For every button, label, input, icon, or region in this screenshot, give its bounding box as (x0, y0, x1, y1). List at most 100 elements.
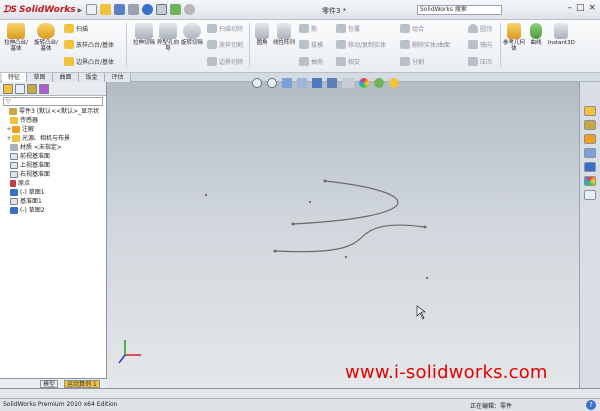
print-icon[interactable] (128, 4, 139, 15)
resources-tab-icon[interactable] (584, 106, 596, 116)
linear-pattern-button[interactable]: 线性阵列 (273, 23, 295, 46)
tree-item-material[interactable]: 材质 <未指定> (3, 143, 106, 152)
open-folder-icon[interactable] (100, 4, 111, 15)
mirror-label: 镜向 (480, 42, 493, 49)
tree-item-plane1[interactable]: 基准面1 (3, 197, 106, 206)
combine-button[interactable]: 组合 (400, 24, 424, 33)
section-view-icon[interactable] (297, 78, 307, 88)
tab-motion-study[interactable]: 运动算例 1 (64, 380, 100, 388)
solidworks-logo[interactable]: ᗪS SolidWorks ▶ (3, 3, 82, 17)
maximize-button[interactable]: □ (576, 3, 585, 13)
intersect-button[interactable]: 相交 (336, 57, 360, 66)
tab-sketch[interactable]: 草图 (27, 73, 53, 82)
boundary-cut-button[interactable]: 边界切除 (207, 57, 243, 66)
extrude-boss-button[interactable]: 拉伸凸台/基体 (3, 23, 29, 52)
feature-tree-tab-icon[interactable] (3, 84, 13, 94)
material-icon (10, 144, 18, 151)
view-orientation-icon[interactable] (312, 78, 322, 88)
logo-text: SolidWorks (18, 5, 76, 15)
loft-button[interactable]: 放样凸台/基体 (64, 40, 114, 49)
configuration-manager-tab-icon[interactable] (27, 84, 37, 94)
rib-label: 筋 (311, 26, 318, 33)
extrude-cut-button[interactable]: 拉伸切除 (131, 23, 157, 46)
tree-item-sketch2[interactable]: (-) 草图2 (3, 206, 106, 215)
instant3d-button[interactable]: Instant3D (548, 23, 575, 46)
reference-geometry-button[interactable]: 参考几何体 (502, 23, 526, 52)
close-button[interactable]: × (588, 3, 596, 13)
mirror-button[interactable]: 镜向 (468, 40, 492, 49)
zoom-area-icon[interactable] (267, 78, 277, 88)
edit-appearance-icon[interactable] (359, 78, 369, 88)
dimxpert-tab-icon[interactable] (39, 84, 49, 94)
tree-item-lights-cameras[interactable]: + 光源、相机与布景 (3, 134, 106, 143)
draft-button[interactable]: 拔模 (299, 40, 323, 49)
tab-model[interactable]: 模型 (40, 380, 59, 388)
view-settings-icon[interactable] (389, 78, 399, 88)
plane-icon (10, 153, 18, 160)
revolve-boss-button[interactable]: 旋转凸台/基体 (33, 23, 59, 52)
split-button[interactable]: 分割 (400, 57, 424, 66)
menu-arrow-icon[interactable]: ▶ (78, 7, 83, 14)
tab-features[interactable]: 特征 (2, 73, 27, 82)
loft-cut-button[interactable]: 放样切割 (207, 40, 243, 49)
hole-wizard-button[interactable]: 异型孔向导 (155, 23, 181, 52)
tab-surfaces[interactable]: 曲面 (53, 73, 79, 82)
tree-item-top-plane[interactable]: 上视基准面 (3, 161, 106, 170)
tree-item-sketch1[interactable]: (-) 草图1 (3, 188, 106, 197)
sweep-cut-label: 扫描切除 (219, 26, 244, 33)
extrude-cut-label: 拉伸切除 (132, 40, 155, 46)
loft-cut-icon (207, 40, 217, 49)
fillet-button[interactable]: 圆角 (251, 23, 273, 46)
tree-item-origin[interactable]: 原点 (3, 179, 106, 188)
linear-pattern-icon (277, 23, 291, 39)
minimize-button[interactable]: – (567, 3, 572, 13)
options-gear-icon[interactable] (184, 4, 195, 15)
file-explorer-tab-icon[interactable] (584, 134, 596, 144)
hide-show-items-icon[interactable] (342, 78, 354, 88)
dome-button[interactable]: 圆顶 (468, 24, 492, 33)
rib-icon (299, 24, 309, 33)
loft-cut-label: 放样切割 (219, 42, 244, 49)
appearances-tab-icon[interactable] (584, 176, 596, 186)
revolve-cut-button[interactable]: 旋转切除 (179, 23, 205, 46)
sensors-folder-icon (10, 117, 18, 124)
tree-item-annotations[interactable]: + 注解 (3, 125, 106, 134)
shell-icon (299, 57, 309, 66)
indent-button[interactable]: 压凹 (468, 57, 492, 66)
select-arrow-icon[interactable] (156, 4, 167, 15)
tab-evaluate[interactable]: 评估 (105, 73, 131, 82)
search-tab-icon[interactable] (584, 148, 596, 158)
zoom-to-fit-icon[interactable] (252, 78, 262, 88)
sketch-icon (10, 207, 18, 214)
help-icon[interactable]: ? (586, 400, 596, 410)
design-library-tab-icon[interactable] (584, 120, 596, 130)
tree-item-sensors[interactable]: 传感器 (3, 116, 106, 125)
wrap-button[interactable]: 包覆 (336, 24, 360, 33)
move-copy-body-button[interactable]: 移动/复制实体 (336, 40, 386, 49)
save-icon[interactable] (114, 4, 125, 15)
tree-item-part[interactable]: 零件3 (默认<<默认>_显示状 (3, 107, 106, 116)
feature-filter[interactable]: ▽ (3, 97, 103, 106)
rib-button[interactable]: 筋 (299, 24, 317, 33)
display-style-icon[interactable] (327, 78, 337, 88)
undo-icon[interactable] (142, 4, 153, 15)
loft-label: 放样凸台/基体 (76, 42, 115, 49)
sweep-cut-button[interactable]: 扫描切除 (207, 24, 243, 33)
search-input[interactable]: SolidWorks 搜索 (417, 5, 502, 15)
previous-view-icon[interactable] (282, 78, 292, 88)
curves-button[interactable]: 曲线 (526, 23, 546, 46)
shell-button[interactable]: 抽壳 (299, 57, 323, 66)
graphics-area[interactable] (107, 78, 579, 388)
tree-item-right-plane[interactable]: 右视基准面 (3, 170, 106, 179)
property-manager-tab-icon[interactable] (15, 84, 25, 94)
apply-scene-icon[interactable] (374, 78, 384, 88)
rebuild-icon[interactable] (170, 4, 181, 15)
custom-properties-tab-icon[interactable] (584, 190, 596, 200)
new-document-icon[interactable] (86, 4, 97, 15)
view-palette-tab-icon[interactable] (584, 162, 596, 172)
sweep-button[interactable]: 扫描 (64, 24, 88, 33)
tree-item-front-plane[interactable]: 前视基准面 (3, 152, 106, 161)
boundary-boss-button[interactable]: 边界凸台/基体 (64, 57, 114, 66)
tab-sheet-metal[interactable]: 钣金 (79, 73, 105, 82)
delete-body-button[interactable]: 删除实体/曲面 (400, 40, 450, 49)
